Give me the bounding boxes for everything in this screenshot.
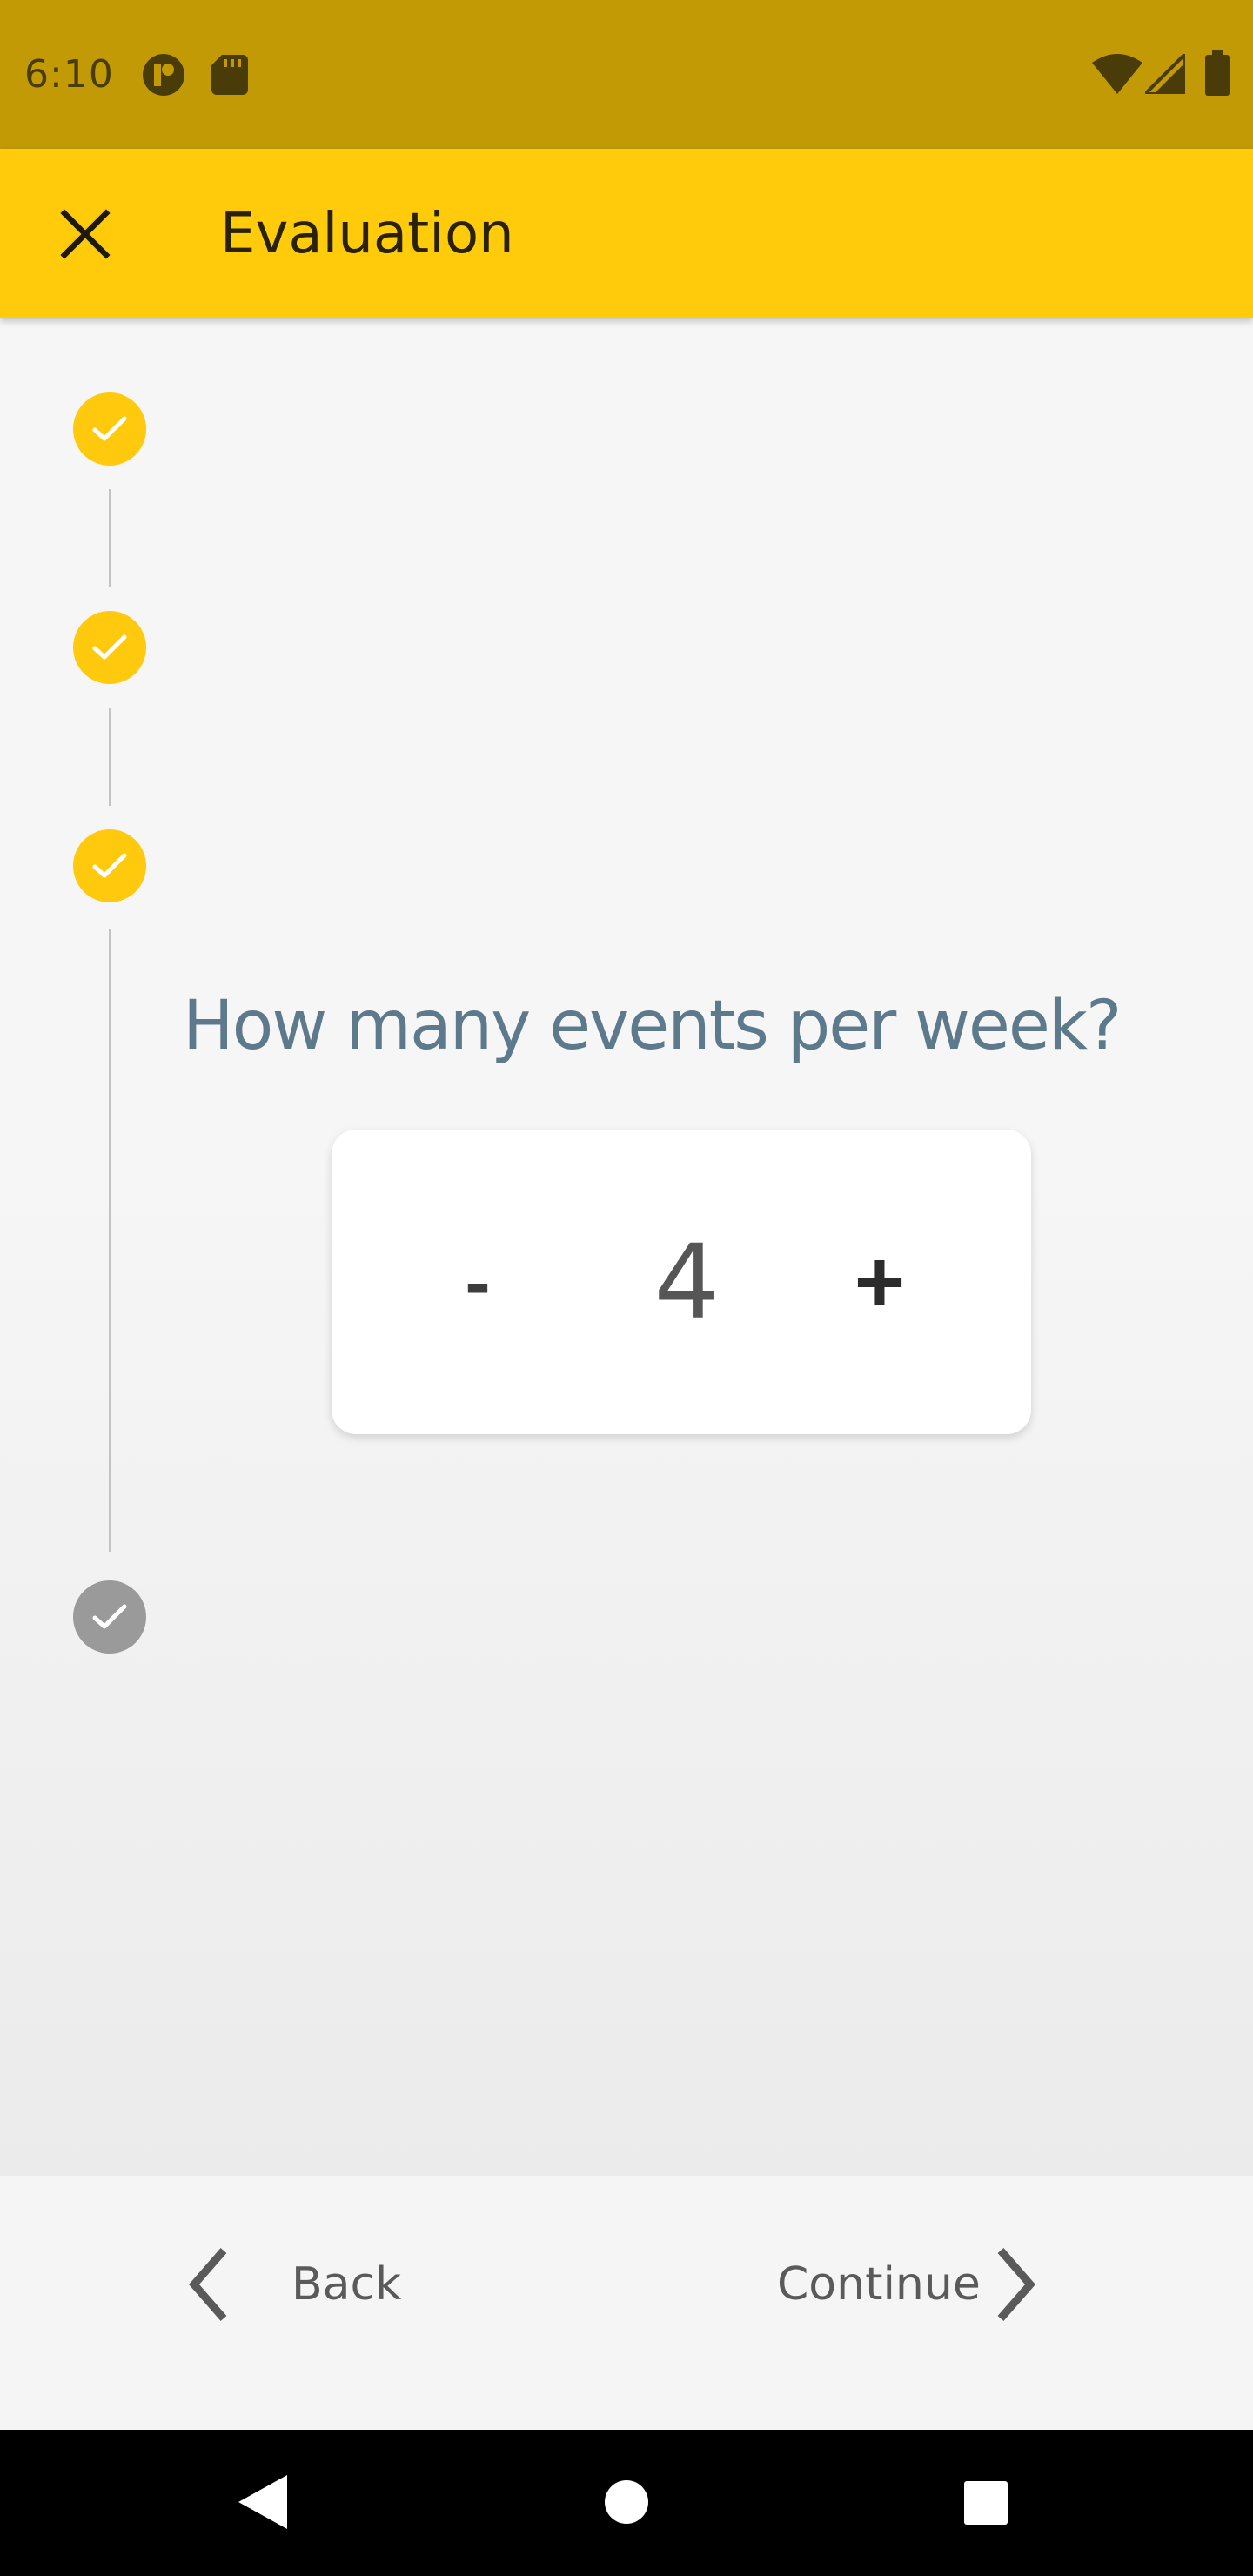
close-button[interactable] — [49, 198, 122, 271]
sd-card-icon — [211, 55, 248, 95]
step-2-complete-indicator — [73, 611, 146, 684]
recents-square-icon[interactable] — [963, 2480, 1008, 2526]
app-bar: Evaluation — [0, 149, 1253, 318]
check-icon — [92, 416, 127, 441]
step-4-indicator — [73, 1580, 146, 1654]
status-bar: 6:10 — [0, 0, 1253, 149]
footer-navigation: Back Continue — [0, 2176, 1253, 2430]
chevron-left-icon — [189, 2248, 227, 2321]
back-button[interactable]: Back — [178, 2237, 439, 2332]
page-title: Evaluation — [220, 202, 514, 266]
step-3-complete-indicator — [73, 829, 146, 902]
step-connector — [109, 489, 111, 587]
back-button-label: Back — [291, 2258, 402, 2311]
step-connector — [109, 708, 111, 806]
continue-button[interactable]: Continue — [774, 2237, 1053, 2332]
increment-button[interactable]: + — [828, 1217, 932, 1347]
chevron-right-icon — [997, 2248, 1035, 2321]
quantity-value: 4 — [653, 1222, 720, 1342]
battery-icon — [1205, 50, 1230, 96]
check-icon — [92, 1604, 127, 1629]
step-1-complete-indicator — [73, 392, 146, 466]
check-icon — [92, 634, 127, 660]
question-text: How many events per week? — [183, 987, 1122, 1065]
status-time: 6:10 — [24, 52, 114, 97]
back-triangle-icon[interactable] — [237, 2473, 289, 2531]
signal-icon — [1145, 54, 1185, 94]
quantity-stepper: - 4 + — [332, 1130, 1031, 1434]
wifi-icon — [1092, 54, 1142, 94]
home-circle-icon[interactable] — [603, 2479, 650, 2526]
step-connector — [109, 929, 111, 1552]
notification-icon — [143, 54, 184, 96]
close-icon — [60, 209, 111, 259]
continue-button-label: Continue — [777, 2258, 981, 2311]
system-navigation-bar — [0, 2430, 1253, 2576]
decrement-button[interactable]: - — [430, 1217, 526, 1347]
check-icon — [92, 853, 127, 878]
